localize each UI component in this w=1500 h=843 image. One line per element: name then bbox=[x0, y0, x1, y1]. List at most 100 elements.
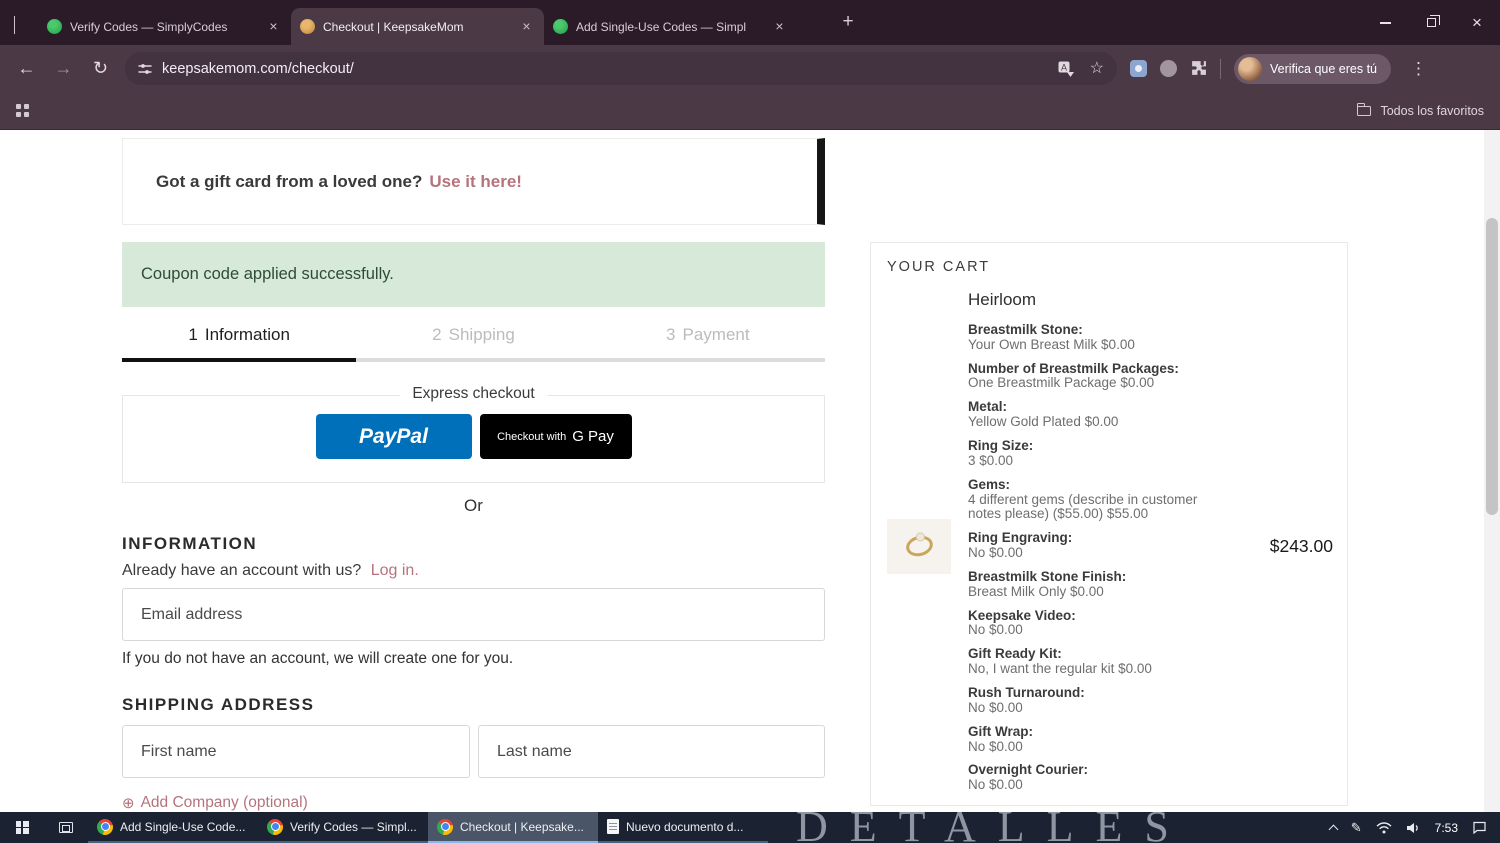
last-name-field[interactable] bbox=[478, 725, 825, 778]
background-document-watermark: DETALLES bbox=[796, 812, 1191, 843]
start-button[interactable] bbox=[0, 812, 44, 843]
tab-search-button[interactable] bbox=[14, 16, 24, 34]
tab-strip: Verify Codes — SimplyCodes × Checkout | … bbox=[38, 8, 797, 45]
volume-icon[interactable] bbox=[1406, 822, 1421, 834]
ring-image bbox=[903, 533, 935, 559]
close-window-button[interactable]: × bbox=[1454, 0, 1500, 45]
information-heading: INFORMATION bbox=[122, 534, 258, 553]
gpay-prefix-label: Checkout with bbox=[497, 430, 567, 443]
bookmark-star-icon[interactable]: ☆ bbox=[1090, 60, 1104, 77]
task-view-button[interactable] bbox=[44, 812, 88, 843]
tray-expand-icon[interactable] bbox=[1328, 824, 1339, 834]
tab-title: Checkout | KeepsakeMom bbox=[323, 19, 464, 34]
cart-option: Gift Ready Kit: No, I want the regular ki… bbox=[968, 646, 1152, 677]
system-tray: ✎ 7:53 bbox=[1317, 812, 1500, 843]
gpay-brand-label: G Pay bbox=[572, 428, 614, 445]
cart-option: Number of Breastmilk Packages: One Breast… bbox=[968, 360, 1179, 391]
minimize-button[interactable] bbox=[1362, 0, 1408, 45]
browser-toolbar: ← → ↻ keepsakemom.com/checkout/ A ☆ Veri… bbox=[0, 45, 1500, 92]
use-gift-card-link[interactable]: Use it here! bbox=[429, 172, 522, 192]
cart-option: Breastmilk Stone: Your Own Breast Milk $0… bbox=[968, 321, 1135, 352]
page-scrollbar-thumb[interactable] bbox=[1486, 218, 1498, 515]
gpay-button[interactable]: Checkout with G Pay bbox=[479, 414, 632, 459]
close-tab-icon[interactable]: × bbox=[771, 18, 788, 35]
gift-card-text: Got a gift card from a loved one? bbox=[156, 171, 423, 191]
restore-icon bbox=[1426, 15, 1440, 27]
all-bookmarks-label: Todos los favoritos bbox=[1380, 103, 1484, 118]
chrome-icon bbox=[267, 818, 283, 835]
tab-verify-codes[interactable]: Verify Codes — SimplyCodes × bbox=[38, 8, 291, 45]
add-circle-icon: ⊕ bbox=[122, 795, 135, 812]
forward-button[interactable]: → bbox=[45, 58, 82, 79]
cart-option: Breastmilk Stone Finish: Breast Milk Only… bbox=[968, 568, 1127, 599]
page-scrollbar-track[interactable] bbox=[1484, 130, 1500, 812]
taskbar-item-label: Checkout | Keepsake... bbox=[460, 819, 584, 834]
notification-center-icon[interactable] bbox=[1472, 821, 1487, 834]
browser-menu-kebab-icon[interactable]: ⋮ bbox=[1404, 59, 1433, 79]
minimize-icon bbox=[1379, 21, 1391, 24]
taskbar-item-nuevo-documento[interactable]: Nuevo documento d... bbox=[598, 812, 768, 843]
extensions-puzzle-icon[interactable] bbox=[1190, 60, 1207, 77]
cart-heading: YOUR CART bbox=[887, 259, 991, 275]
login-link[interactable]: Log in. bbox=[371, 562, 419, 579]
cart-item: Heirloom Breastmilk Stone: Your Own Breas… bbox=[887, 290, 1333, 797]
steps-progress-fill bbox=[122, 358, 356, 362]
steps-progress-track bbox=[122, 358, 825, 362]
desktop: Verify Codes — SimplyCodes × Checkout | … bbox=[0, 0, 1500, 843]
cart-option: Keepsake Video: No $0.00 bbox=[968, 607, 1076, 638]
coupon-success-text: Coupon code applied successfully. bbox=[141, 265, 394, 283]
step-label: Information bbox=[204, 325, 290, 344]
pen-input-icon[interactable]: ✎ bbox=[1351, 821, 1362, 834]
all-bookmarks-button[interactable]: Todos los favoritos bbox=[1357, 103, 1484, 118]
windows-taskbar: DETALLES Add Single-Use Code... Verify C… bbox=[0, 812, 1500, 843]
taskbar-item-label: Verify Codes — Simpl... bbox=[290, 819, 417, 834]
step-number: 3 bbox=[666, 325, 676, 344]
express-checkout-section: Express checkout PayPal Checkout with G … bbox=[122, 385, 825, 483]
add-company-label: Add Company (optional) bbox=[140, 794, 308, 811]
window-controls: × bbox=[1362, 0, 1500, 45]
reload-button[interactable]: ↻ bbox=[82, 58, 119, 79]
site-settings-icon[interactable] bbox=[138, 62, 152, 76]
browser-titlebar: Verify Codes — SimplyCodes × Checkout | … bbox=[0, 0, 1500, 45]
first-name-field[interactable] bbox=[122, 725, 470, 778]
simplycodes-favicon-icon bbox=[47, 19, 62, 34]
paypal-button[interactable]: PayPal bbox=[315, 414, 472, 459]
tab-checkout-keepsakemom[interactable]: Checkout | KeepsakeMom × bbox=[291, 8, 544, 45]
step-label: Shipping bbox=[448, 325, 515, 344]
restore-button[interactable] bbox=[1408, 0, 1454, 45]
address-bar[interactable]: keepsakemom.com/checkout/ A ☆ bbox=[125, 52, 1117, 85]
step-shipping[interactable]: 2 Shipping bbox=[356, 315, 590, 355]
taskbar-clock[interactable]: 7:53 bbox=[1435, 821, 1458, 835]
express-checkout-label: Express checkout bbox=[399, 385, 548, 403]
toolbar-separator bbox=[1220, 58, 1221, 79]
apps-grid-icon[interactable] bbox=[16, 104, 29, 117]
email-field[interactable] bbox=[122, 588, 825, 641]
close-tab-icon[interactable]: × bbox=[265, 18, 282, 35]
checkout-page: Got a gift card from a loved one? Use it… bbox=[0, 130, 1500, 812]
translate-icon[interactable]: A bbox=[1058, 61, 1075, 77]
back-button[interactable]: ← bbox=[8, 58, 45, 79]
wifi-icon[interactable] bbox=[1376, 821, 1392, 834]
chrome-icon bbox=[437, 818, 453, 835]
tab-add-single-use-codes[interactable]: Add Single-Use Codes — Simpl × bbox=[544, 8, 797, 45]
taskbar-item-checkout-keepsake[interactable]: Checkout | Keepsake... bbox=[428, 812, 598, 843]
new-tab-button[interactable]: + bbox=[834, 9, 862, 37]
add-company-link[interactable]: ⊕ Add Company (optional) bbox=[122, 794, 308, 812]
taskbar-item-verify-codes[interactable]: Verify Codes — Simpl... bbox=[258, 812, 428, 843]
extension-icon-1[interactable] bbox=[1130, 60, 1147, 77]
gift-card-banner: Got a gift card from a loved one? Use it… bbox=[122, 138, 825, 225]
taskbar-item-add-single-use-codes[interactable]: Add Single-Use Code... bbox=[88, 812, 258, 843]
step-payment[interactable]: 3 Payment bbox=[591, 315, 825, 355]
extension-icon-2[interactable] bbox=[1160, 60, 1177, 77]
cart-option: Gift Wrap: No $0.00 bbox=[968, 723, 1033, 754]
step-label: Payment bbox=[682, 325, 750, 344]
coupon-success-banner: Coupon code applied successfully. bbox=[122, 242, 825, 307]
step-information[interactable]: 1 Information bbox=[122, 315, 356, 355]
close-tab-icon[interactable]: × bbox=[518, 18, 535, 35]
profile-button[interactable]: Verifica que eres tú bbox=[1234, 53, 1392, 84]
shipping-address-heading: SHIPPING ADDRESS bbox=[122, 695, 315, 714]
cart-option: Ring Size: 3 $0.00 bbox=[968, 438, 1034, 468]
simplycodes-favicon-icon bbox=[553, 19, 568, 34]
omnibox-icons: A ☆ bbox=[1058, 60, 1104, 77]
step-number: 2 bbox=[432, 325, 442, 344]
